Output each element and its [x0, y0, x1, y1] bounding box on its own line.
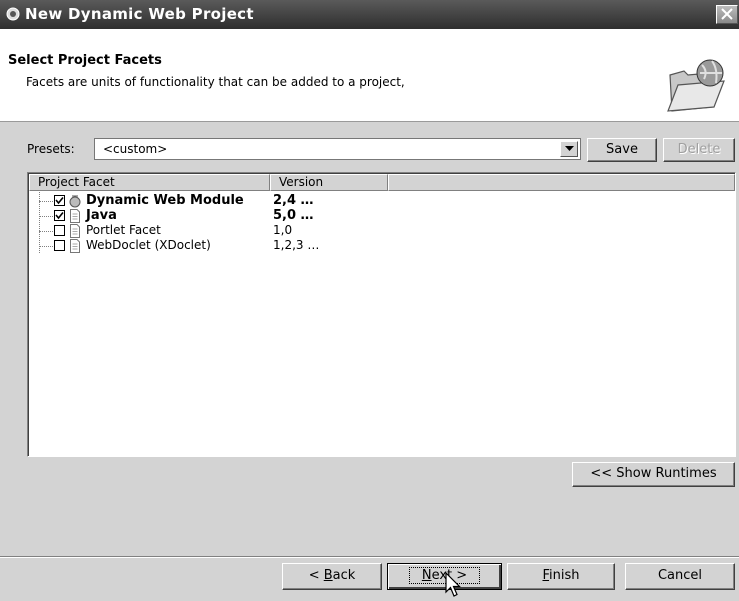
- presets-combo[interactable]: <custom>: [94, 138, 581, 160]
- facet-checkbox-dynamic-web-module[interactable]: [54, 195, 65, 206]
- finish-button[interactable]: Finish: [507, 563, 615, 590]
- file-icon: [70, 209, 80, 223]
- facets-table[interactable]: Project Facet Version Dynamic Web Module…: [27, 172, 736, 457]
- facet-version: 2,4 …: [273, 193, 314, 208]
- next-mnemonic: N: [421, 568, 432, 583]
- delete-button[interactable]: Delete: [663, 138, 735, 162]
- cancel-button[interactable]: Cancel: [625, 563, 735, 590]
- facet-version: 1,0: [273, 223, 293, 237]
- facet-name: Java: [86, 208, 117, 223]
- chevron-down-icon: [565, 146, 574, 151]
- table-row[interactable]: Dynamic Web Module 2,4 …: [28, 193, 428, 208]
- dialog-window: New Dynamic Web Project Select Project F…: [0, 0, 739, 601]
- web-module-icon: [69, 195, 81, 208]
- column-header-filler: [388, 174, 735, 191]
- table-row[interactable]: WebDoclet (XDoclet) 1,2,3 …: [28, 238, 428, 253]
- dropdown-button[interactable]: [560, 141, 578, 157]
- facet-version: 1,2,3 …: [273, 238, 320, 252]
- checkmark-icon: [55, 196, 64, 205]
- file-icon: [70, 224, 80, 238]
- facet-name: Dynamic Web Module: [86, 193, 244, 208]
- presets-value: <custom>: [103, 142, 168, 156]
- column-header-facet[interactable]: Project Facet: [29, 174, 270, 191]
- table-row[interactable]: Portlet Facet 1,0: [28, 223, 428, 238]
- facet-checkbox-java[interactable]: [54, 210, 65, 221]
- facet-checkbox-portlet[interactable]: [54, 225, 65, 236]
- folder-globe-icon: [667, 59, 725, 112]
- show-runtimes-button[interactable]: << Show Runtimes: [572, 462, 735, 487]
- facet-checkbox-webdoclet[interactable]: [54, 240, 65, 251]
- file-icon: [70, 239, 80, 253]
- title-bar[interactable]: New Dynamic Web Project: [0, 0, 739, 29]
- tree-line: [39, 231, 53, 232]
- mouse-cursor-icon: [445, 572, 461, 597]
- presets-label: Presets:: [27, 142, 75, 156]
- save-button[interactable]: Save: [587, 138, 657, 162]
- close-button[interactable]: [716, 5, 738, 24]
- table-row[interactable]: Java 5,0 …: [28, 208, 428, 223]
- window-title: New Dynamic Web Project: [25, 5, 254, 23]
- column-header-version[interactable]: Version: [270, 174, 388, 191]
- tree-line: [39, 201, 53, 202]
- page-title: Select Project Facets: [8, 53, 162, 68]
- facet-version: 5,0 …: [273, 208, 314, 223]
- app-icon: [6, 7, 20, 21]
- back-prefix: <: [308, 568, 324, 583]
- wizard-header: Select Project Facets Facets are units o…: [0, 29, 739, 122]
- facet-name: WebDoclet (XDoclet): [86, 238, 211, 252]
- facet-name: Portlet Facet: [86, 223, 161, 237]
- back-label: ack: [332, 568, 356, 583]
- tree-line: [39, 246, 53, 247]
- back-button[interactable]: < Back: [282, 563, 382, 590]
- finish-label: inish: [549, 568, 580, 583]
- tree-line: [39, 216, 53, 217]
- back-mnemonic: B: [323, 568, 333, 583]
- page-description: Facets are units of functionality that c…: [26, 75, 405, 89]
- separator: [0, 556, 739, 558]
- close-icon: [721, 8, 733, 20]
- checkmark-icon: [55, 211, 64, 220]
